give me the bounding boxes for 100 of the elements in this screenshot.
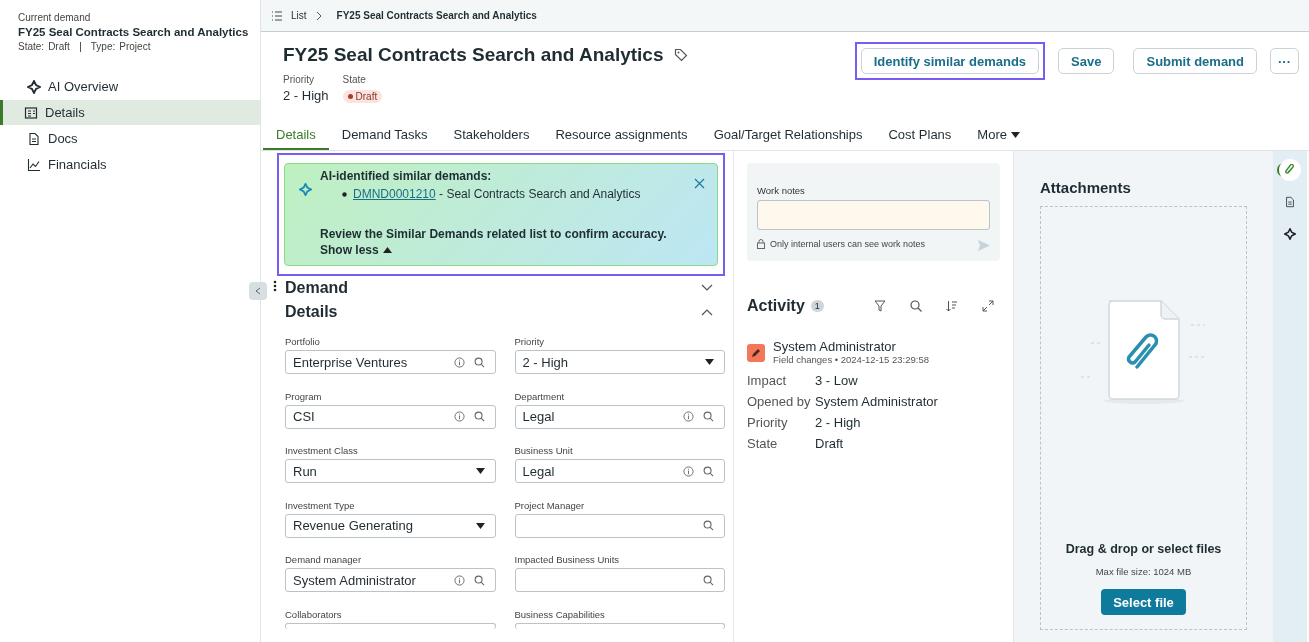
sparkle-icon bbox=[299, 183, 312, 196]
dropdown-field[interactable]: Revenue Generating bbox=[285, 513, 496, 538]
lookup-field[interactable]: CSI bbox=[285, 404, 496, 429]
search-icon[interactable] bbox=[703, 411, 714, 422]
action-button[interactable]: Save bbox=[1058, 48, 1115, 74]
dropdown-field[interactable]: Run bbox=[285, 459, 496, 483]
tab[interactable]: Cost Plans bbox=[875, 120, 965, 150]
search-icon[interactable] bbox=[703, 574, 714, 586]
info-icon[interactable] bbox=[683, 411, 694, 422]
state-label: State: bbox=[18, 41, 45, 52]
lookup-field[interactable] bbox=[514, 513, 725, 538]
action-button[interactable]: Submit demand bbox=[1133, 48, 1257, 74]
drag-handle-icon[interactable] bbox=[273, 280, 277, 292]
lookup-field[interactable]: System Administrator bbox=[285, 568, 496, 592]
breadcrumb-current: FY25 Seal Contracts Search and Analytics bbox=[336, 10, 537, 21]
field-label: Business Unit bbox=[514, 445, 574, 456]
select-file-button[interactable]: Select file bbox=[1101, 589, 1186, 615]
list-icon bbox=[271, 10, 283, 21]
breadcrumb-link[interactable]: List bbox=[291, 10, 307, 21]
search-icon[interactable] bbox=[703, 465, 714, 477]
sidebar-item[interactable]: Financials bbox=[0, 152, 260, 177]
drop-instructions: Drag & drop or select files bbox=[1065, 542, 1222, 556]
change-value: 3 - Low bbox=[815, 373, 859, 388]
type-label: Type: bbox=[90, 41, 116, 52]
work-notes-field[interactable] bbox=[757, 200, 990, 230]
sort-icon[interactable] bbox=[946, 300, 958, 312]
sidebar-item[interactable]: AI Overview bbox=[0, 74, 260, 99]
show-less-toggle[interactable]: Show less bbox=[320, 243, 686, 257]
change-value: 2 - High bbox=[815, 415, 862, 430]
review-text: Review the Similar Demands related list to confirm accuracy. bbox=[320, 227, 668, 241]
search-icon[interactable] bbox=[703, 520, 714, 531]
record-title: FY25 Seal Contracts Search and Analytics bbox=[17, 25, 250, 40]
state-label: State bbox=[342, 74, 367, 85]
lookup-field[interactable]: Legal bbox=[514, 404, 725, 429]
lookup-field[interactable]: Legal bbox=[514, 459, 725, 483]
search-icon[interactable] bbox=[473, 574, 485, 586]
field-label: Collaborators bbox=[285, 608, 343, 620]
demand-link[interactable]: DMND0001210 bbox=[353, 187, 436, 201]
count-badge: 1 bbox=[810, 300, 824, 312]
priority-value: 2 - High bbox=[283, 88, 329, 103]
info-icon[interactable] bbox=[453, 411, 465, 422]
search-icon[interactable] bbox=[910, 300, 922, 312]
field-label: Demand manager bbox=[285, 554, 363, 565]
chevron-down-icon[interactable] bbox=[701, 284, 713, 292]
similar-demand-text: DMND0001210 - Seal Contracts Search and Analytics bbox=[353, 187, 641, 201]
banner-title: AI-identified similar demands: bbox=[320, 169, 493, 183]
section-title: Details bbox=[285, 303, 338, 321]
activity-title: Activity bbox=[747, 297, 805, 315]
caret-down-icon bbox=[1011, 132, 1020, 138]
drop-zone[interactable]: Drag & drop or select files Max file size: 1024 MB Select file bbox=[1040, 206, 1247, 630]
line-chart-icon bbox=[27, 157, 41, 172]
author-name: System Administrator bbox=[773, 339, 897, 354]
field-label: Work notes bbox=[757, 185, 806, 196]
tab[interactable]: Stakeholders bbox=[440, 120, 543, 150]
close-icon[interactable] bbox=[694, 178, 705, 189]
chevron-up-icon[interactable] bbox=[701, 308, 713, 316]
tag-icon[interactable] bbox=[673, 48, 688, 62]
change-field: Priority bbox=[747, 415, 815, 430]
bullet-icon bbox=[342, 192, 347, 197]
state-value: Draft bbox=[48, 41, 70, 52]
entry-meta: Field changes • 2024-12-15 23:29:58 bbox=[773, 354, 929, 365]
lock-icon bbox=[757, 238, 765, 249]
info-icon[interactable] bbox=[453, 356, 465, 368]
field-label: Business Capabilities bbox=[514, 608, 606, 620]
field-label: Impacted Business Units bbox=[514, 554, 621, 565]
change-field: State bbox=[747, 436, 815, 451]
sidebar-item[interactable]: Docs bbox=[0, 126, 260, 151]
section-title: Demand bbox=[285, 279, 349, 297]
form-icon bbox=[24, 105, 38, 120]
hint-text: Only internal users can see work notes bbox=[770, 238, 926, 249]
chevron-right-icon bbox=[314, 10, 323, 21]
field-label: Investment Type bbox=[285, 499, 356, 511]
expand-icon[interactable] bbox=[982, 300, 994, 312]
sidebar-item[interactable]: Details bbox=[0, 100, 260, 125]
search-icon[interactable] bbox=[473, 411, 485, 422]
tab[interactable]: Demand Tasks bbox=[328, 120, 441, 150]
tab[interactable]: Resource assignments bbox=[542, 120, 701, 150]
info-icon[interactable] bbox=[683, 465, 694, 477]
caption: Current demand bbox=[17, 12, 92, 23]
caret-down-icon bbox=[705, 359, 714, 365]
tab[interactable]: Details bbox=[263, 120, 329, 150]
action-button[interactable]: Identify similar demands bbox=[860, 48, 1040, 74]
info-icon[interactable] bbox=[453, 574, 465, 586]
field-label: Project Manager bbox=[514, 499, 586, 511]
type-value: Project bbox=[119, 41, 151, 52]
field-label: Portfolio bbox=[285, 336, 321, 347]
tab[interactable]: More bbox=[964, 120, 1033, 150]
lookup-field[interactable]: Enterprise Ventures bbox=[285, 350, 496, 374]
lookup-field[interactable] bbox=[514, 568, 725, 592]
caret-down-icon bbox=[475, 522, 485, 529]
attachments-title: Attachments bbox=[1040, 179, 1132, 196]
page-title: FY25 Seal Contracts Search and Analytics bbox=[283, 44, 664, 66]
search-icon[interactable] bbox=[473, 356, 485, 368]
more-button[interactable]: ··· bbox=[1270, 48, 1299, 74]
filter-icon[interactable] bbox=[874, 300, 886, 312]
tab[interactable]: Goal/Target Relationships bbox=[700, 120, 876, 150]
caret-down-icon bbox=[475, 468, 485, 474]
paperclip-icon[interactable] bbox=[1279, 159, 1301, 181]
dropdown-field[interactable]: 2 - High bbox=[514, 350, 725, 374]
collapse-handle[interactable] bbox=[249, 282, 267, 300]
